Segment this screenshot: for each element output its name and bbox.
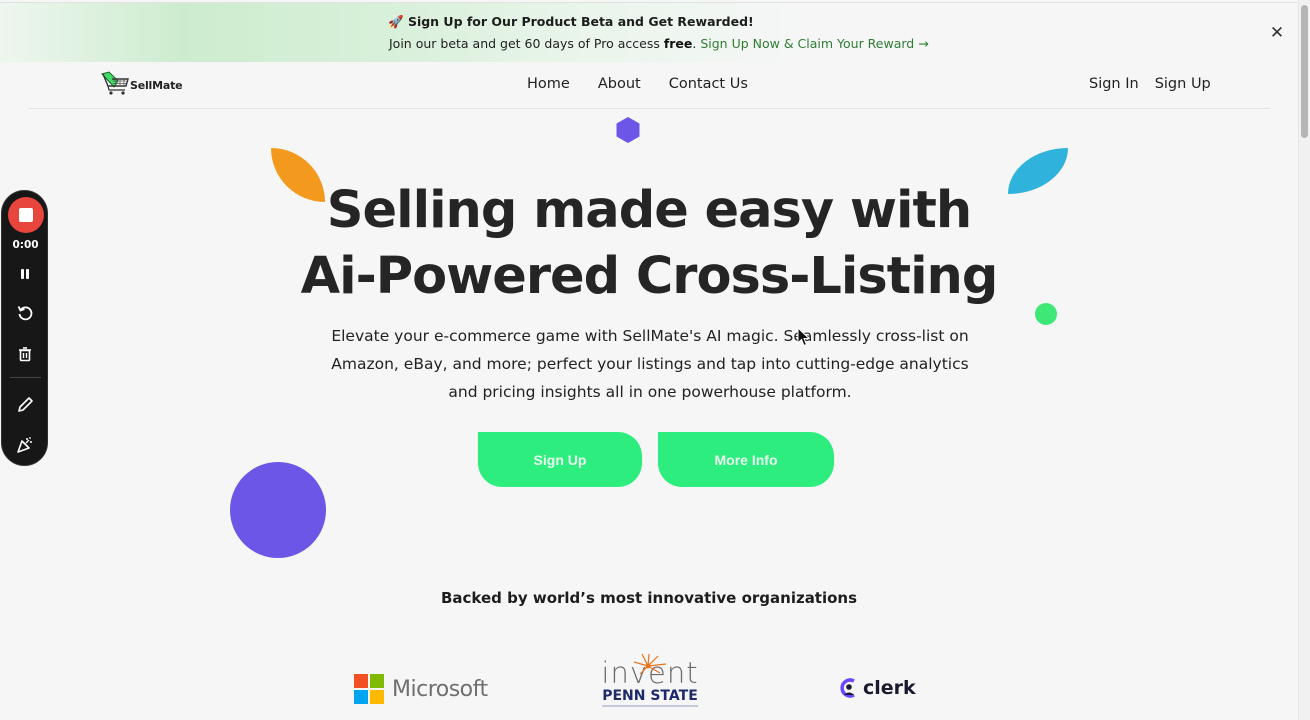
hero-sign-up-button[interactable]: Sign Up <box>478 432 642 487</box>
mouse-cursor-icon <box>797 327 811 347</box>
announcement-banner: 🚀 Sign Up for Our Product Beta and Get R… <box>0 2 1298 62</box>
scrollbar-thumb[interactable] <box>1301 5 1308 138</box>
hero-title: Selling made easy with Ai-Powered Cross-… <box>0 178 1298 310</box>
party-popper-icon[interactable] <box>13 433 37 457</box>
rocket-icon: 🚀 <box>388 14 404 29</box>
clerk-text: clerk <box>863 677 916 699</box>
logo[interactable]: SellMate <box>100 71 183 99</box>
pencil-icon[interactable] <box>13 393 37 417</box>
hero-title-line2: Ai-Powered Cross-Listing <box>300 247 999 306</box>
banner-body-text: Join our beta and get 60 days of Pro acc… <box>389 36 664 51</box>
toolbar-divider <box>10 377 41 378</box>
penn-state-text: PENN STATE <box>602 688 698 707</box>
trash-icon[interactable] <box>13 342 37 366</box>
pause-icon[interactable] <box>13 262 37 286</box>
main-nav: Home About Contact Us <box>527 76 748 92</box>
microsoft-windows-icon <box>354 674 384 704</box>
logo-text: SellMate <box>130 78 183 92</box>
nav-home[interactable]: Home <box>527 76 570 92</box>
sign-up-link[interactable]: Sign Up <box>1155 76 1211 92</box>
more-info-button[interactable]: More Info <box>658 432 834 487</box>
close-icon[interactable]: ✕ <box>1269 25 1285 42</box>
sign-in-link[interactable]: Sign In <box>1089 76 1139 92</box>
banner-headline-text: Sign Up for Our Product Beta and Get Rew… <box>407 14 754 29</box>
recording-timer: 0:00 <box>12 239 39 251</box>
backers-heading: Backed by world’s most innovative organi… <box>440 589 858 607</box>
banner-headline: 🚀 Sign Up for Our Product Beta and Get R… <box>388 14 754 30</box>
auth-nav: Sign In Sign Up <box>1089 76 1211 92</box>
microsoft-text: Microsoft <box>392 676 488 702</box>
decorative-purple-circle <box>230 462 326 558</box>
decorative-purple-hexagon <box>616 117 640 143</box>
hero-subtitle: Elevate your e-commerce game with SellMa… <box>331 327 969 401</box>
screen-recorder-toolbar: 0:00 <box>1 190 48 466</box>
microsoft-logo: Microsoft <box>354 674 488 704</box>
restart-icon[interactable] <box>13 301 37 325</box>
nav-divider <box>28 108 1270 109</box>
invent-penn-state-logo: invent PENN STATE <box>600 654 700 707</box>
starburst-icon <box>633 654 667 675</box>
banner-free-text: free <box>663 36 693 51</box>
clerk-icon <box>840 678 855 698</box>
claim-reward-link[interactable]: Sign Up Now & Claim Your Reward → <box>700 36 928 51</box>
stop-recording-button[interactable] <box>8 197 44 233</box>
shopping-cart-icon <box>101 71 129 95</box>
nav-about[interactable]: About <box>598 76 641 92</box>
clerk-logo: clerk <box>839 677 916 699</box>
banner-body: Join our beta and get 60 days of Pro acc… <box>389 36 929 51</box>
hero-title-line1: Selling made easy with <box>326 181 972 240</box>
nav-contact-us[interactable]: Contact Us <box>669 76 748 92</box>
